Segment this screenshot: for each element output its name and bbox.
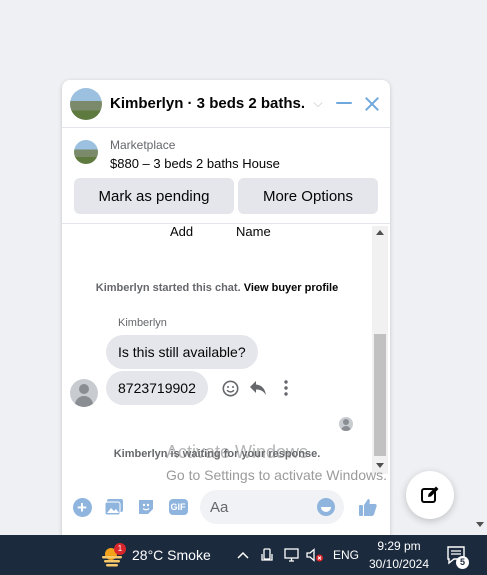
reply-icon[interactable]: [247, 377, 269, 399]
minimize-icon[interactable]: [336, 102, 352, 104]
chevron-up-icon[interactable]: [236, 547, 250, 563]
activate-windows-title: Activate Windows: [166, 442, 309, 462]
taskbar: 1 28°C Smoke ENG 9:29 pm 30/10/2024 5: [0, 535, 487, 575]
more-options-button[interactable]: More Options: [238, 178, 378, 214]
marketplace-label: Marketplace: [110, 138, 176, 152]
sender-name: Kimberlyn: [118, 317, 167, 329]
page-scroll-down-arrow[interactable]: [476, 522, 484, 527]
seen-avatar: [339, 417, 353, 431]
name-label[interactable]: Name: [236, 224, 271, 239]
message-input[interactable]: Aa: [200, 490, 344, 524]
listing-avatar: [70, 87, 102, 120]
language-indicator[interactable]: ENG: [333, 548, 359, 562]
message-bubble[interactable]: 8723719902: [106, 371, 208, 405]
listing-thumbnail[interactable]: [74, 140, 98, 164]
network-icon[interactable]: [284, 547, 300, 563]
message-bubble[interactable]: Is this still available?: [106, 335, 258, 369]
emoji-icon[interactable]: [317, 498, 335, 516]
emoji-react-icon[interactable]: [219, 377, 241, 399]
photo-icon[interactable]: [103, 496, 125, 518]
scroll-thumb[interactable]: [374, 334, 386, 456]
notification-count-badge: 5: [456, 556, 469, 569]
weather-alert-badge: 1: [114, 543, 126, 555]
activate-windows-subtitle: Go to Settings to activate Windows.: [166, 467, 387, 483]
more-icon[interactable]: [275, 377, 297, 399]
chat-header[interactable]: Kimberlyn · 3 beds 2 baths... ⌵: [62, 80, 390, 128]
chat-started-notice: Kimberlyn started this chat. View buyer …: [62, 282, 372, 294]
conversation-scrollbar[interactable]: [372, 226, 388, 474]
avatar[interactable]: [70, 379, 98, 407]
volume-muted-icon[interactable]: [306, 547, 324, 563]
clock-time[interactable]: 9:29 pm: [368, 539, 430, 553]
device-icon[interactable]: [260, 547, 274, 563]
compose-icon: [421, 486, 439, 503]
listing-summary[interactable]: $880 – 3 beds 2 baths House: [110, 156, 280, 171]
chevron-down-icon[interactable]: ⌵: [310, 96, 326, 111]
view-buyer-profile-link[interactable]: View buyer profile: [244, 282, 339, 294]
mark-as-pending-button[interactable]: Mark as pending: [74, 178, 234, 214]
weather-summary[interactable]: 28°C Smoke: [132, 547, 211, 563]
add-label[interactable]: Add: [170, 224, 193, 239]
composer-bar: + GIF Aa: [62, 482, 390, 538]
close-icon[interactable]: [362, 94, 382, 114]
scroll-up-arrow[interactable]: [376, 230, 384, 235]
marketplace-panel: Marketplace $880 – 3 beds 2 baths House …: [62, 128, 390, 224]
chat-title[interactable]: Kimberlyn · 3 beds 2 baths...: [110, 95, 306, 112]
sticker-icon[interactable]: [135, 496, 157, 518]
chat-started-text: Kimberlyn started this chat.: [95, 282, 241, 294]
thumbs-up-icon[interactable]: [357, 496, 379, 518]
clock-date[interactable]: 30/10/2024: [368, 557, 430, 571]
gif-icon[interactable]: GIF: [167, 496, 189, 518]
plus-icon[interactable]: +: [71, 496, 93, 518]
new-message-button[interactable]: [406, 471, 454, 519]
message-placeholder: Aa: [210, 499, 229, 516]
